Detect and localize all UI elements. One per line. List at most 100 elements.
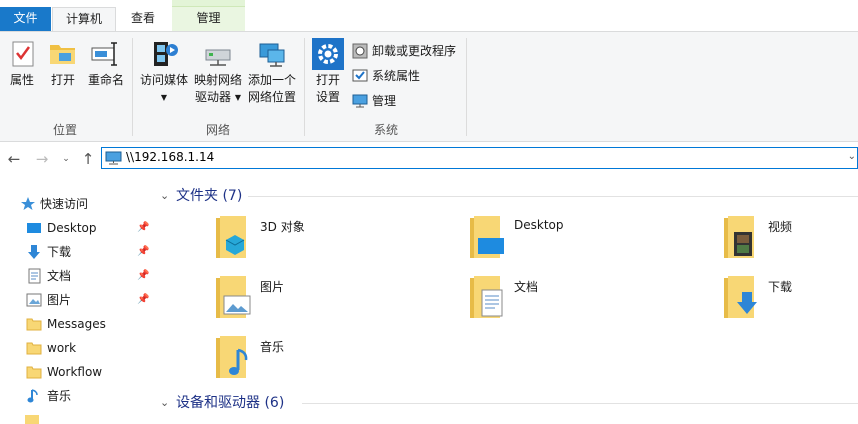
access-media-dropdown-icon: ▼ bbox=[160, 93, 168, 102]
quick-access[interactable]: 快速访问 bbox=[0, 192, 156, 216]
address-bar[interactable]: \\192.168.1.14 ⌄ bbox=[101, 147, 858, 169]
address-dropdown-icon[interactable]: ⌄ bbox=[848, 151, 856, 162]
pin-icon: 📌 bbox=[137, 294, 150, 305]
open-label: 打开 bbox=[50, 73, 75, 87]
devices-section-header[interactable]: ⌄ 设备和驱动器 (6) bbox=[156, 391, 858, 415]
music-folder-icon bbox=[214, 334, 254, 382]
desktop-folder-icon bbox=[468, 214, 508, 262]
pin-icon: 📌 bbox=[137, 270, 150, 281]
system-properties-button[interactable]: 系统属性 bbox=[350, 66, 420, 86]
location-group-label: 位置 bbox=[52, 123, 77, 137]
folder-label: 音乐 bbox=[260, 340, 285, 354]
nav-item-partial[interactable] bbox=[0, 408, 156, 424]
tab-view[interactable]: 查看 bbox=[117, 7, 169, 31]
system-group-label: 系统 bbox=[373, 123, 398, 137]
rename-button[interactable]: 重命名 bbox=[85, 38, 127, 89]
network-location-icon bbox=[256, 38, 288, 70]
uninstall-program-button[interactable]: 卸载或更改程序 bbox=[350, 41, 456, 61]
nav-item-workflow[interactable]: Workflow bbox=[0, 360, 156, 384]
tab-file[interactable]: 文件 bbox=[0, 7, 51, 31]
nav-item-label: Workflow bbox=[47, 365, 103, 379]
network-drive-icon bbox=[202, 38, 234, 70]
nav-item-label: work bbox=[47, 341, 77, 355]
folder-tile-desktop[interactable]: Desktop bbox=[468, 214, 708, 270]
nav-item-documents[interactable]: 文档 📌 bbox=[0, 264, 156, 288]
open-settings-label-line1: 打开 bbox=[315, 73, 340, 87]
tab-manage-label: 管理 bbox=[196, 11, 221, 25]
add-network-location-button[interactable]: 添加一个 网络位置 bbox=[244, 38, 300, 106]
map-drive-label-line1: 映射网络 bbox=[193, 73, 242, 87]
folders-section-title: 文件夹 (7) bbox=[176, 188, 243, 204]
nav-item-music[interactable]: 音乐 bbox=[0, 384, 156, 408]
uninstall-label: 卸载或更改程序 bbox=[372, 44, 457, 58]
folder-tile-music[interactable]: 音乐 bbox=[214, 334, 454, 390]
nav-item-pictures[interactable]: 图片 📌 bbox=[0, 288, 156, 312]
uninstall-disc-icon bbox=[352, 43, 368, 59]
ribbon: 属性 打开 重命名 位置 访问媒体 ▼ 映射网络 驱动器 ▼ 添加一个 网络位置… bbox=[0, 31, 858, 142]
tab-computer[interactable]: 计算机 bbox=[52, 7, 116, 32]
downloads-folder-icon bbox=[722, 274, 762, 322]
properties-button[interactable]: 属性 bbox=[4, 38, 40, 89]
manage-button[interactable]: 管理 bbox=[350, 91, 396, 111]
folder-label: Desktop bbox=[514, 218, 564, 232]
access-media-label: 访问媒体 bbox=[139, 73, 188, 87]
folder-tile-3d-objects[interactable]: 3D 对象 bbox=[214, 214, 454, 270]
system-group: 打开 设置 卸载或更改程序 系统属性 管理 系统 bbox=[306, 32, 466, 142]
nav-item-work[interactable]: work bbox=[0, 336, 156, 360]
music-note-icon bbox=[26, 388, 42, 404]
access-media-button[interactable]: 访问媒体 ▼ bbox=[138, 38, 190, 106]
nav-item-downloads[interactable]: 下载 📌 bbox=[0, 240, 156, 264]
add-location-label-line2: 网络位置 bbox=[247, 90, 296, 104]
media-film-icon bbox=[148, 38, 180, 70]
computer-manage-icon bbox=[352, 93, 368, 109]
map-drive-label-line2: 驱动器 bbox=[195, 90, 232, 104]
rename-icon bbox=[90, 38, 122, 70]
3d-objects-folder-icon bbox=[214, 214, 254, 262]
manage-label: 管理 bbox=[372, 94, 397, 108]
open-settings-button[interactable]: 打开 设置 bbox=[310, 38, 346, 106]
properties-label: 属性 bbox=[9, 73, 34, 87]
tab-manage[interactable]: 管理 bbox=[172, 0, 245, 31]
open-settings-label-line2: 设置 bbox=[315, 90, 340, 104]
nav-item-messages[interactable]: Messages bbox=[0, 312, 156, 336]
folder-tile-documents[interactable]: 文档 bbox=[468, 274, 708, 330]
map-drive-dropdown-icon: ▼ bbox=[234, 93, 241, 102]
devices-section-title: 设备和驱动器 (6) bbox=[176, 395, 285, 411]
ribbon-tab-bar: 文件 计算机 查看 管理 bbox=[0, 0, 858, 32]
open-folder-icon bbox=[47, 38, 79, 70]
up-arrow-icon[interactable]: ↑ bbox=[78, 149, 98, 169]
pin-icon: 📌 bbox=[137, 246, 150, 257]
folder-icon bbox=[26, 340, 42, 356]
map-network-drive-button[interactable]: 映射网络 驱动器 ▼ bbox=[192, 38, 244, 106]
nav-item-desktop[interactable]: Desktop 📌 bbox=[0, 216, 156, 240]
quick-access-label: 快速访问 bbox=[40, 197, 89, 211]
nav-item-label: Messages bbox=[47, 317, 106, 331]
folders-section-header[interactable]: ⌄ 文件夹 (7) bbox=[156, 184, 858, 208]
collapse-chevron-icon[interactable]: ⌄ bbox=[160, 184, 169, 208]
recent-locations-chevron-icon[interactable]: ⌄ bbox=[56, 149, 76, 169]
folder-tile-pictures[interactable]: 图片 bbox=[214, 274, 454, 330]
settings-gear-icon bbox=[312, 38, 344, 70]
folder-tile-videos[interactable]: 视频 bbox=[722, 214, 858, 270]
add-location-label-line1: 添加一个 bbox=[247, 73, 296, 87]
content-pane: ⌄ 文件夹 (7) 3D 对象 Desktop 视频 图片 文档 下载 音乐 ⌄… bbox=[156, 176, 858, 424]
collapse-chevron-icon[interactable]: ⌄ bbox=[160, 391, 169, 415]
nav-item-label: 文档 bbox=[47, 269, 72, 283]
star-icon bbox=[20, 196, 36, 212]
folder-tile-downloads[interactable]: 下载 bbox=[722, 274, 858, 330]
folder-icon bbox=[26, 316, 42, 332]
nav-item-label: 图片 bbox=[47, 293, 72, 307]
pictures-folder-icon bbox=[214, 274, 254, 322]
location-group: 属性 打开 重命名 位置 bbox=[0, 32, 130, 142]
forward-arrow-icon[interactable]: → bbox=[32, 149, 52, 169]
documents-folder-icon bbox=[468, 274, 508, 322]
desktop-icon bbox=[26, 220, 42, 236]
download-arrow-icon bbox=[26, 244, 42, 260]
back-arrow-icon[interactable]: ← bbox=[4, 149, 24, 169]
nav-item-label: 下载 bbox=[47, 245, 72, 259]
open-button[interactable]: 打开 bbox=[45, 38, 81, 89]
document-icon bbox=[26, 268, 42, 284]
folder-label: 图片 bbox=[260, 280, 285, 294]
folder-label: 下载 bbox=[768, 280, 793, 294]
system-properties-check-icon bbox=[352, 68, 368, 84]
